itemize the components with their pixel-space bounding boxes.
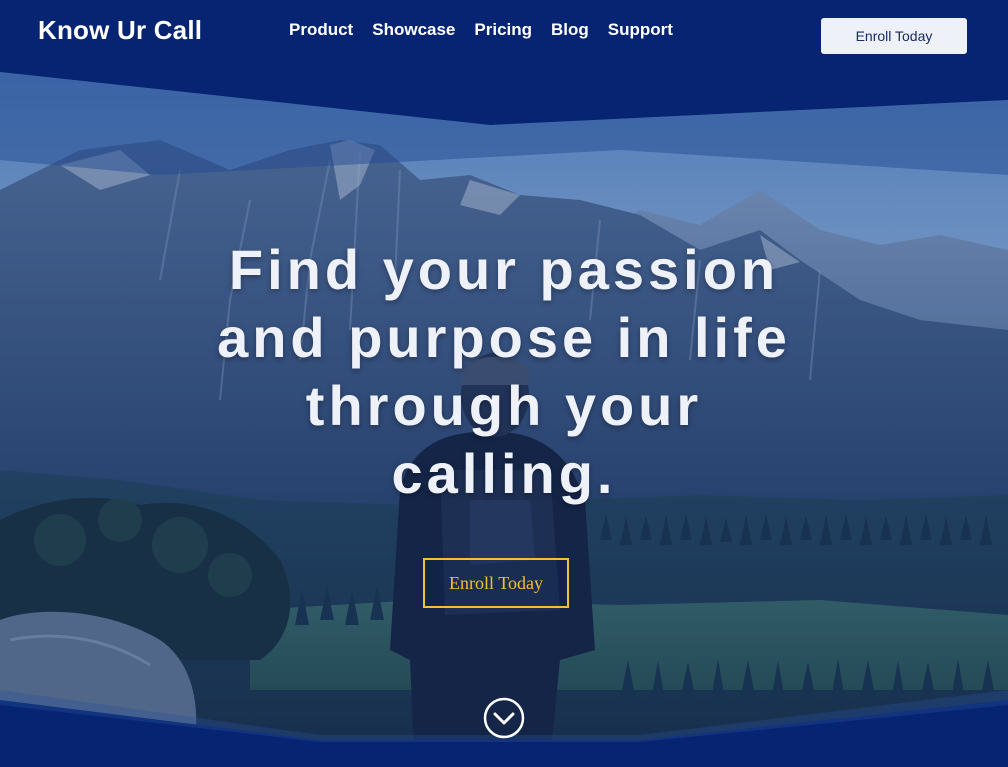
headline-line-1: Find your passion — [228, 238, 780, 301]
nav-enroll-button[interactable]: Enroll Today — [821, 18, 967, 54]
headline-line-2: and purpose in life — [217, 306, 791, 369]
chevron-down-circle-icon[interactable] — [483, 697, 525, 739]
brand-logo-text[interactable]: Know Ur Call — [38, 15, 202, 46]
headline-line-4: calling. — [391, 442, 617, 505]
nav-link-blog[interactable]: Blog — [551, 20, 589, 40]
top-navbar: Know Ur Call Product Showcase Pricing Bl… — [0, 0, 1008, 72]
nav-link-pricing[interactable]: Pricing — [474, 20, 532, 40]
headline-line-3: through your — [305, 374, 703, 437]
hero-section: Find your passion and purpose in life th… — [0, 0, 1008, 767]
nav-link-product[interactable]: Product — [289, 20, 353, 40]
landing-page: Know Ur Call Product Showcase Pricing Bl… — [0, 0, 1008, 767]
hero-enroll-button[interactable]: Enroll Today — [423, 558, 569, 608]
nav-link-support[interactable]: Support — [608, 20, 673, 40]
nav-links: Product Showcase Pricing Blog Support — [289, 20, 692, 40]
hero-headline: Find your passion and purpose in life th… — [154, 236, 854, 508]
nav-link-showcase[interactable]: Showcase — [372, 20, 455, 40]
